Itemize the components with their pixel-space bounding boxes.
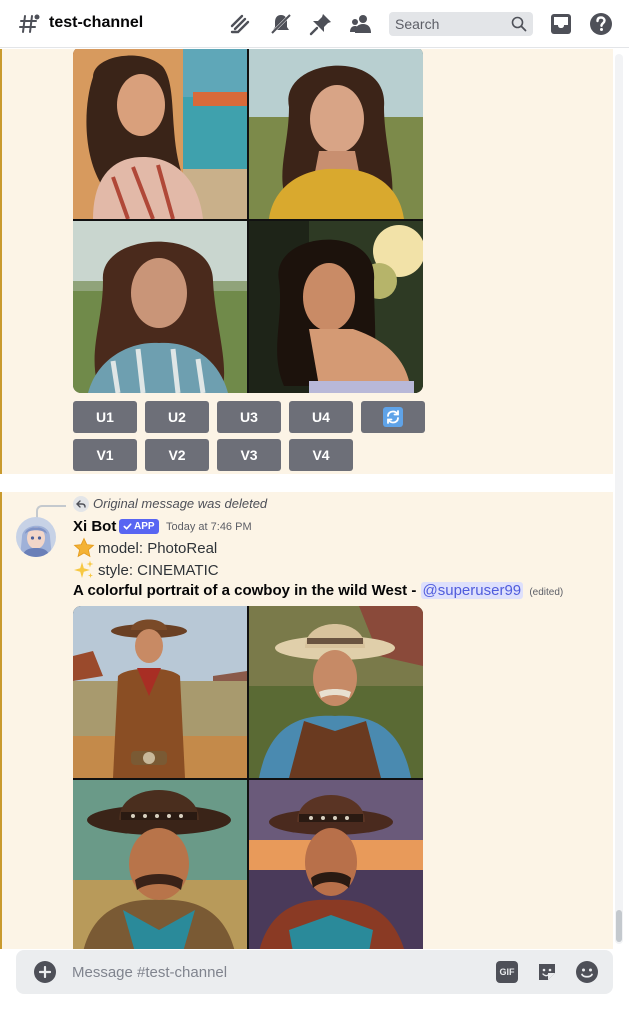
variation-button-4[interactable]: V4 <box>289 439 353 471</box>
prompt-text: A colorful portrait of a cowboy in the w… <box>73 582 421 599</box>
scrollbar-thumb[interactable] <box>616 910 622 942</box>
cowboy-image <box>249 606 423 778</box>
sparkles-icon <box>74 560 94 578</box>
help-icon[interactable] <box>589 12 613 36</box>
image-tile[interactable] <box>73 780 247 949</box>
reroll-button[interactable] <box>361 401 425 433</box>
checkmark-icon <box>123 523 132 530</box>
avatar[interactable] <box>16 517 56 557</box>
user-mention[interactable]: @superuser99 <box>420 582 524 599</box>
scrollbar-track[interactable] <box>615 54 623 944</box>
gif-label: GIF <box>499 967 515 977</box>
image-grid[interactable] <box>73 606 423 949</box>
style-text: style: CINEMATIC <box>98 561 219 579</box>
image-tile[interactable] <box>249 49 423 219</box>
channel-name: test-channel <box>49 14 144 31</box>
style-line: style: CINEMATIC <box>73 559 219 581</box>
cowboy-image <box>73 606 247 778</box>
inbox-icon[interactable] <box>549 12 573 36</box>
prompt-line: A colorful portrait of a cowboy in the w… <box>73 582 563 599</box>
image-grid[interactable] <box>73 49 423 393</box>
model-text: model: PhotoReal <box>98 539 218 557</box>
edited-label: (edited) <box>529 587 564 598</box>
image-tile[interactable] <box>73 606 247 778</box>
portrait-image <box>249 49 423 219</box>
refresh-icon <box>383 407 403 427</box>
upscale-button-2[interactable]: U2 <box>145 401 209 433</box>
app-badge: APP <box>119 519 159 534</box>
model-line: model: PhotoReal <box>73 537 217 559</box>
variation-button-3[interactable]: V3 <box>217 439 281 471</box>
portrait-image <box>73 221 247 393</box>
emoji-icon[interactable] <box>575 960 599 984</box>
search-icon <box>511 16 527 32</box>
image-tile[interactable] <box>249 606 423 778</box>
gif-button[interactable]: GIF <box>496 961 518 983</box>
upscale-button-1[interactable]: U1 <box>73 401 137 433</box>
image-tile[interactable] <box>249 221 423 393</box>
hashtag-icon <box>19 14 40 33</box>
image-tile[interactable] <box>249 780 423 949</box>
mute-icon[interactable] <box>269 12 293 36</box>
upscale-button-3[interactable]: U3 <box>217 401 281 433</box>
reply-preview[interactable]: Original message was deleted <box>93 496 267 511</box>
image-tile[interactable] <box>73 49 247 219</box>
message-list: U1 U2 U3 U4 V1 V2 V3 V4 Original message… <box>0 49 629 949</box>
message-timestamp: Today at 7:46 PM <box>166 521 252 533</box>
variation-button-2[interactable]: V2 <box>145 439 209 471</box>
message-author[interactable]: Xi Bot <box>73 518 116 535</box>
members-icon[interactable] <box>349 12 373 36</box>
image-tile[interactable] <box>73 221 247 393</box>
portrait-image <box>73 49 247 219</box>
plus-icon <box>39 966 51 978</box>
variation-button-1[interactable]: V1 <box>73 439 137 471</box>
upscale-button-4[interactable]: U4 <box>289 401 353 433</box>
cowboy-image <box>249 780 423 949</box>
reply-icon <box>73 496 89 512</box>
message-input[interactable] <box>72 950 482 994</box>
pin-icon[interactable] <box>309 12 333 36</box>
portrait-image <box>249 221 423 393</box>
sticker-icon[interactable] <box>535 960 559 984</box>
add-attachment-button[interactable] <box>34 961 56 983</box>
badge-label: APP <box>134 521 155 532</box>
star-icon <box>73 537 95 558</box>
channel-header: test-channel <box>0 0 629 48</box>
search-box[interactable] <box>389 12 533 36</box>
threads-icon[interactable] <box>228 12 252 36</box>
message-composer: GIF <box>16 950 613 994</box>
cowboy-image <box>73 780 247 949</box>
